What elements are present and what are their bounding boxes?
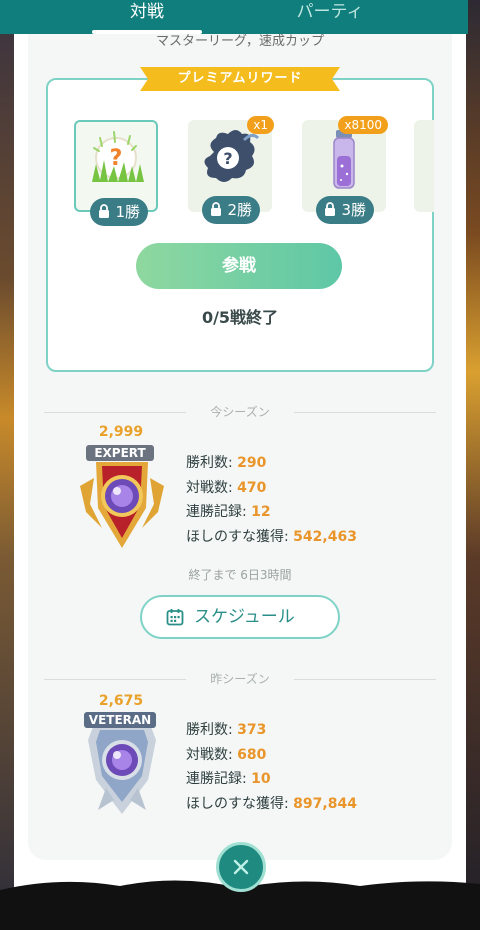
join-battle-button[interactable]: 参戦 xyxy=(136,243,342,289)
reward-lock-pill-3: 3勝 xyxy=(316,196,374,224)
tab-battle[interactable]: 対戦 xyxy=(92,0,202,34)
reward-slot-3[interactable]: x8100 3勝 xyxy=(302,116,388,224)
current-season-title: 今シーズン xyxy=(210,405,270,419)
reward-slot-4-partial[interactable] xyxy=(414,120,434,212)
last-stat-wins: 勝利数: 373 xyxy=(186,722,267,738)
close-button[interactable] xyxy=(216,842,266,892)
calendar-icon xyxy=(166,609,184,626)
svg-text:?: ? xyxy=(110,146,123,171)
current-stat-streak: 連勝記録: 12 xyxy=(186,504,271,520)
reward-count-badge: x8100 xyxy=(338,116,388,134)
last-season-header: 昨シーズン xyxy=(44,670,436,690)
league-subtitle: マスターリーグ，速成カップ xyxy=(155,34,325,49)
last-rating: 2,675 xyxy=(98,693,144,709)
close-icon xyxy=(233,859,249,875)
current-stat-wins: 勝利数: 290 xyxy=(186,455,267,471)
last-stat-battles: 対戦数: 680 xyxy=(186,747,267,763)
reward-wins-label: 3勝 xyxy=(341,201,366,219)
current-stat-battles: 対戦数: 470 xyxy=(186,480,267,496)
lock-icon xyxy=(325,202,335,216)
reward-slot-2[interactable]: ? x1 2勝 xyxy=(188,116,274,224)
last-rank-label: VETERAN xyxy=(84,712,156,728)
last-season-title: 昨シーズン xyxy=(210,672,270,686)
current-rating: 2,999 xyxy=(98,424,144,440)
reward-lock-pill-2: 2勝 xyxy=(202,196,260,224)
premium-rewards-ribbon: プレミアムリワード xyxy=(140,67,340,91)
reward-wins-label: 2勝 xyxy=(227,201,252,219)
tab-bar: 対戦 パーティ xyxy=(0,0,468,34)
battle-progress: 0/5戦終了 xyxy=(201,308,279,327)
schedule-button-label: スケジュール xyxy=(194,607,295,627)
last-stat-streak: 連勝記録: 10 xyxy=(186,771,271,787)
lock-icon xyxy=(99,204,109,218)
reward-lock-pill-1: 1勝 xyxy=(90,198,148,226)
game-background-left xyxy=(0,0,14,930)
last-stat-stardust: ほしのすな獲得: 897,844 xyxy=(186,796,357,812)
lock-icon xyxy=(211,202,221,216)
mystery-grass-encounter-icon: ? xyxy=(92,131,144,182)
current-rank-label: EXPERT xyxy=(86,445,154,461)
schedule-button[interactable]: スケジュール xyxy=(140,595,340,639)
season-end-countdown: 終了まで 6日3時間 xyxy=(188,568,292,582)
reward-slot-1[interactable]: ? 1勝 xyxy=(74,120,158,226)
current-season-header: 今シーズン xyxy=(44,403,436,423)
reward-wins-label: 1勝 xyxy=(115,203,140,221)
svg-text:?: ? xyxy=(223,149,232,168)
game-background-right xyxy=(466,0,480,930)
current-stat-stardust: ほしのすな獲得: 542,463 xyxy=(186,529,357,545)
tab-party[interactable]: パーティ xyxy=(270,0,390,34)
reward-count-badge: x1 xyxy=(247,116,274,134)
